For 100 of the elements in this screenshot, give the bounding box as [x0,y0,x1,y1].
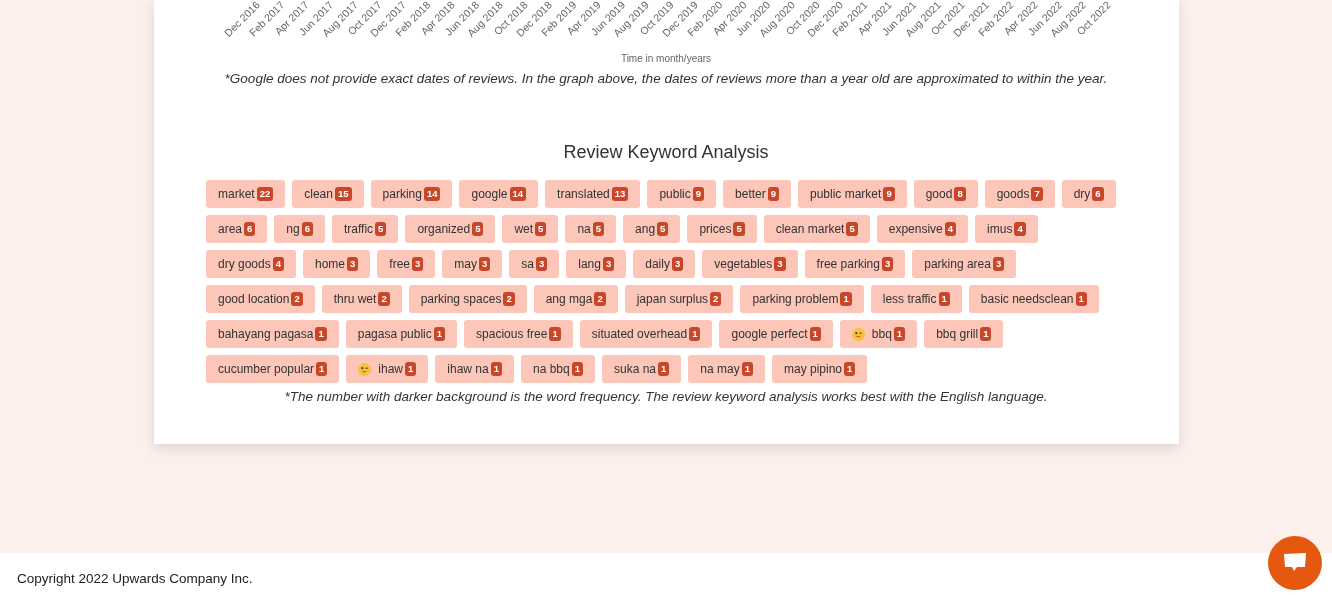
frequency-count: 3 [535,257,548,271]
frequency-count: 5 [846,222,858,236]
keyword-text: free [389,257,410,271]
frequency-count: 4 [944,222,957,236]
keyword-text: organized [417,222,471,236]
section-title: Review Keyword Analysis [563,142,769,163]
keyword-text: ang mga [545,292,593,306]
frequency-count: 9 [767,187,779,201]
frequency-count: 5 [375,222,387,236]
keyword-text: google perfect [731,327,808,341]
keyword-text: thru wet [333,292,377,306]
keyword-text: less traffic [882,292,937,306]
frequency-count: 9 [883,187,895,201]
keyword-text: na bbq [533,362,570,376]
frequency-count: 1 [405,362,417,376]
keyword-text: prices [699,222,732,236]
frequency-count: 4 [272,257,284,271]
keyword-text: may [454,257,477,271]
frequency-count: 2 [710,292,722,306]
keyword-text: translated [557,187,610,201]
frequency-count: 3 [602,257,615,271]
frequency-count: 1 [316,362,328,376]
keyword-text: better [735,187,766,201]
keyword-text: free parking [816,257,880,271]
frequency-count: 8 [954,187,966,201]
keyword-text: wet [514,222,534,236]
frequency-count: 1 [938,292,950,306]
frequency-count: 5 [535,222,547,236]
frequency-count: 2 [291,292,303,306]
keyword-text: japan surplus [636,292,709,306]
frequency-count: 4 [1014,222,1026,236]
keyword-text: lang [578,257,601,271]
frequency-count: 2 [503,292,515,306]
frequency-count: 3 [774,257,786,271]
keyword-text: clean market [775,222,845,236]
keyword-text: home [315,257,346,271]
keyword-text: public market [810,187,882,201]
frequency-count: 1 [893,327,906,341]
frequency-count: 9 [692,187,705,201]
keyword-text: basic needsclean [980,292,1074,306]
keyword-text: situated overhead [591,327,688,341]
frequency-count: 5 [472,222,484,236]
keyword-text: cucumber popular [218,362,315,376]
frequency-count: 5 [657,222,669,236]
keyword-text: parking spaces [420,292,502,306]
frequency-count: 1 [980,327,992,341]
keyword-text: na may [700,362,740,376]
frequency-count: 1 [844,362,856,376]
frequency-count: 5 [733,222,745,236]
keyword-text: parking problem [752,292,839,306]
frequency-count: 14 [423,187,441,201]
frequency-count: 1 [658,362,670,376]
keyword-text: ihaw na [447,362,489,376]
frequency-count: 1 [433,327,446,341]
chat-button[interactable] [1268,536,1322,590]
frequency-count: 22 [256,187,274,201]
frequency-count: 1 [315,327,327,341]
frequency-count: 13 [611,187,629,201]
frequency-count: 3 [347,257,359,271]
frequency-count: 14 [509,187,527,201]
keyword-text: good location [218,292,290,306]
frequency-count: 15 [334,187,352,201]
keyword-text: area [218,222,243,236]
frequency-count: 1 [809,327,821,341]
keyword-text: vegetables [714,257,773,271]
keyword-text: dry [1073,187,1091,201]
keyword-text: bbq grill [936,327,979,341]
frequency-count: 1 [571,362,583,376]
frequency-count: 1 [549,327,561,341]
keyword-text: may pipino [784,362,843,376]
frequency-count: 3 [412,257,424,271]
keyword-text: bbq [871,327,892,341]
keyword-text: dry goods [218,257,271,271]
frequency-count: 6 [244,222,256,236]
keyword-text: pagasa public [357,327,432,341]
keyword-text: expensive [888,222,943,236]
frequency-count: 3 [671,257,684,271]
keyword-text: traffic [344,222,374,236]
keyword-text: public [659,187,691,201]
keyword-text: parking area [924,257,991,271]
keyword-text: market [218,187,255,201]
keyword-text: clean [304,187,333,201]
emoji-icon [851,327,865,341]
keyword-text: google [471,187,508,201]
frequency-count: 1 [689,327,701,341]
frequency-count: 3 [992,257,1005,271]
frequency-count: 1 [490,362,502,376]
keyword-text: spacious free [476,327,548,341]
keyword-text: sa [521,257,534,271]
keyword-text: imus [987,222,1013,236]
frequency-count: 1 [1075,292,1087,306]
frequency-count: 1 [840,292,852,306]
frequency-count: 2 [378,292,390,306]
keyword-text: ihaw [378,362,404,376]
emoji-icon [358,362,372,376]
keyword-text: ang [635,222,656,236]
frequency-count: 6 [1092,187,1104,201]
frequency-count: 3 [881,257,894,271]
frequency-count: 7 [1031,187,1043,201]
frequency-count: 1 [741,362,753,376]
